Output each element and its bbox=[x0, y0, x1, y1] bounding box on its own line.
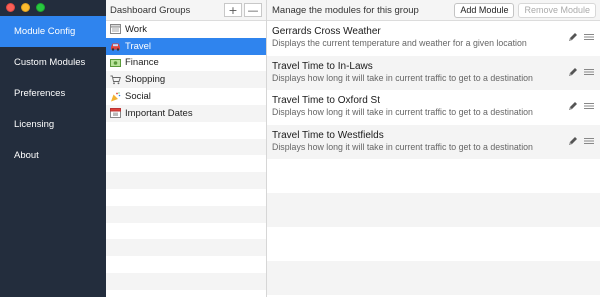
module-list: Gerrards Cross Weather Displays the curr… bbox=[267, 21, 600, 295]
group-item-label: Social bbox=[125, 91, 151, 103]
car-icon bbox=[110, 41, 121, 51]
drag-handle-icon[interactable] bbox=[584, 67, 594, 77]
empty-row bbox=[267, 159, 600, 193]
empty-row bbox=[106, 272, 266, 290]
module-name: Travel Time to Westfields bbox=[272, 129, 384, 141]
module-actions bbox=[568, 32, 594, 42]
module-description: Displays the current temperature and wea… bbox=[272, 38, 527, 48]
remove-group-button[interactable]: — bbox=[244, 3, 262, 17]
module-description: Displays how long it will take in curren… bbox=[272, 141, 533, 152]
module-row[interactable]: Travel Time to In-Laws Displays how long… bbox=[267, 55, 600, 90]
module-description: Displays how long it will take in curren… bbox=[272, 107, 533, 117]
group-item-shopping[interactable]: Shopping bbox=[106, 71, 266, 89]
group-item-travel[interactable]: Travel bbox=[106, 37, 266, 55]
group-item-social[interactable]: Social bbox=[106, 88, 266, 105]
empty-row bbox=[106, 122, 266, 139]
drag-handle-icon[interactable] bbox=[584, 136, 594, 146]
group-item-label: Important Dates bbox=[125, 107, 193, 119]
sidebar-item-module-config[interactable]: Module Config bbox=[0, 16, 106, 47]
module-name: Travel Time to In-Laws bbox=[272, 60, 373, 72]
sidebar-item-about[interactable]: About bbox=[0, 140, 106, 171]
sidebar-item-licensing[interactable]: Licensing bbox=[0, 109, 106, 140]
drag-handle-icon[interactable] bbox=[584, 32, 594, 42]
money-icon bbox=[110, 58, 121, 68]
group-list: Work Travel Finance Shopping Social Impo… bbox=[106, 21, 266, 290]
group-item-label: Work bbox=[125, 23, 147, 35]
edit-pencil-icon[interactable] bbox=[568, 67, 578, 77]
modules-panel: Manage the modules for this group Add Mo… bbox=[267, 0, 600, 297]
maximize-window-button[interactable] bbox=[36, 3, 45, 12]
dashboard-groups-panel: Dashboard Groups + — Work Travel Finance bbox=[106, 0, 267, 297]
drag-handle-icon[interactable] bbox=[584, 101, 594, 111]
calendar-icon bbox=[110, 24, 121, 35]
empty-row bbox=[106, 239, 266, 257]
party-popper-icon bbox=[110, 91, 121, 102]
empty-row bbox=[267, 227, 600, 261]
module-actions bbox=[568, 101, 594, 111]
empty-row bbox=[267, 261, 600, 295]
groups-header: Dashboard Groups + — bbox=[106, 0, 266, 21]
empty-row bbox=[106, 223, 266, 240]
module-name: Gerrards Cross Weather bbox=[272, 26, 381, 37]
empty-row bbox=[106, 155, 266, 172]
add-module-button[interactable]: Add Module bbox=[454, 2, 515, 18]
cart-icon bbox=[110, 75, 121, 85]
empty-row bbox=[106, 205, 266, 223]
empty-row bbox=[267, 193, 600, 227]
groups-title: Dashboard Groups bbox=[110, 4, 191, 16]
sidebar-item-preferences[interactable]: Preferences bbox=[0, 78, 106, 109]
edit-pencil-icon[interactable] bbox=[568, 101, 578, 111]
empty-row bbox=[106, 256, 266, 273]
date-calendar-icon bbox=[110, 108, 121, 119]
module-actions bbox=[568, 136, 594, 146]
module-name: Travel Time to Oxford St bbox=[272, 95, 380, 106]
group-add-remove-control: + — bbox=[224, 3, 262, 17]
group-item-label: Finance bbox=[125, 57, 159, 69]
empty-row bbox=[106, 138, 266, 156]
sidebar-item-custom-modules[interactable]: Custom Modules bbox=[0, 47, 106, 78]
modules-header: Manage the modules for this group Add Mo… bbox=[267, 0, 600, 21]
group-item-finance[interactable]: Finance bbox=[106, 55, 266, 72]
module-row[interactable]: Travel Time to Oxford St Displays how lo… bbox=[267, 90, 600, 125]
edit-pencil-icon[interactable] bbox=[568, 32, 578, 42]
window-controls bbox=[6, 3, 45, 12]
minimize-window-button[interactable] bbox=[21, 3, 30, 12]
sidebar-nav: Module Config Custom Modules Preferences… bbox=[0, 16, 106, 171]
edit-pencil-icon[interactable] bbox=[568, 136, 578, 146]
sidebar: Module Config Custom Modules Preferences… bbox=[0, 0, 106, 297]
module-row[interactable]: Gerrards Cross Weather Displays the curr… bbox=[267, 21, 600, 56]
modules-title: Manage the modules for this group bbox=[272, 4, 419, 16]
module-description: Displays how long it will take in curren… bbox=[272, 72, 533, 83]
group-item-important-dates[interactable]: Important Dates bbox=[106, 104, 266, 122]
module-row[interactable]: Travel Time to Westfields Displays how l… bbox=[267, 124, 600, 159]
remove-module-button[interactable]: Remove Module bbox=[518, 2, 596, 18]
module-actions bbox=[568, 67, 594, 77]
group-item-label: Travel bbox=[125, 40, 152, 52]
add-group-button[interactable]: + bbox=[224, 3, 242, 17]
empty-row bbox=[106, 189, 266, 206]
empty-row bbox=[106, 172, 266, 189]
group-item-label: Shopping bbox=[125, 74, 166, 86]
close-window-button[interactable] bbox=[6, 3, 15, 12]
group-item-work[interactable]: Work bbox=[106, 21, 266, 38]
